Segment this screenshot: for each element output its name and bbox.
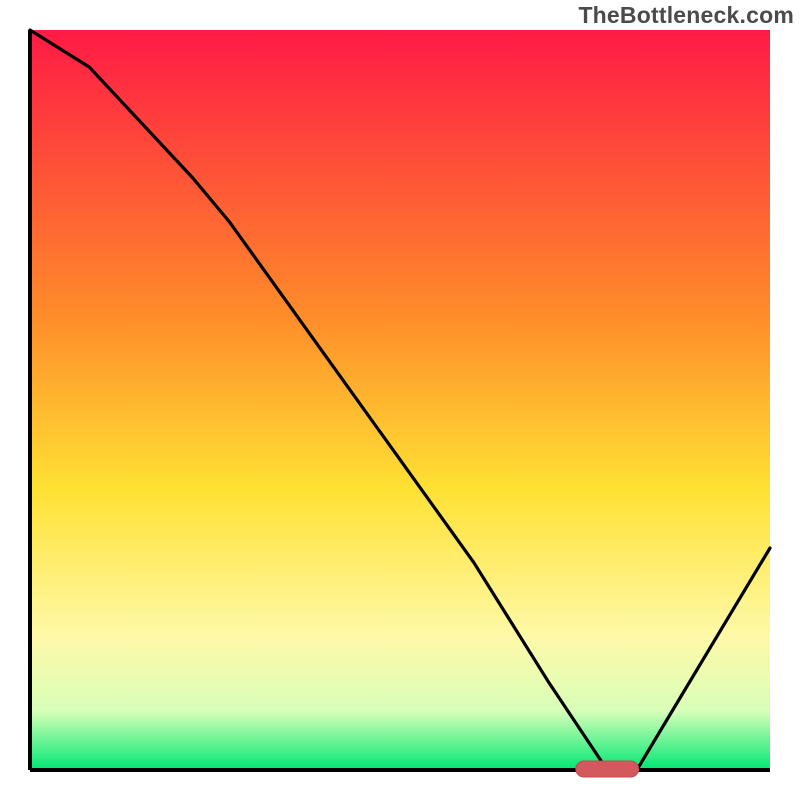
bottleneck-chart: TheBottleneck.com	[0, 0, 800, 800]
plot-svg	[0, 0, 800, 800]
optimal-marker	[576, 761, 639, 777]
plot-background	[30, 30, 770, 770]
watermark-text: TheBottleneck.com	[578, 2, 794, 29]
